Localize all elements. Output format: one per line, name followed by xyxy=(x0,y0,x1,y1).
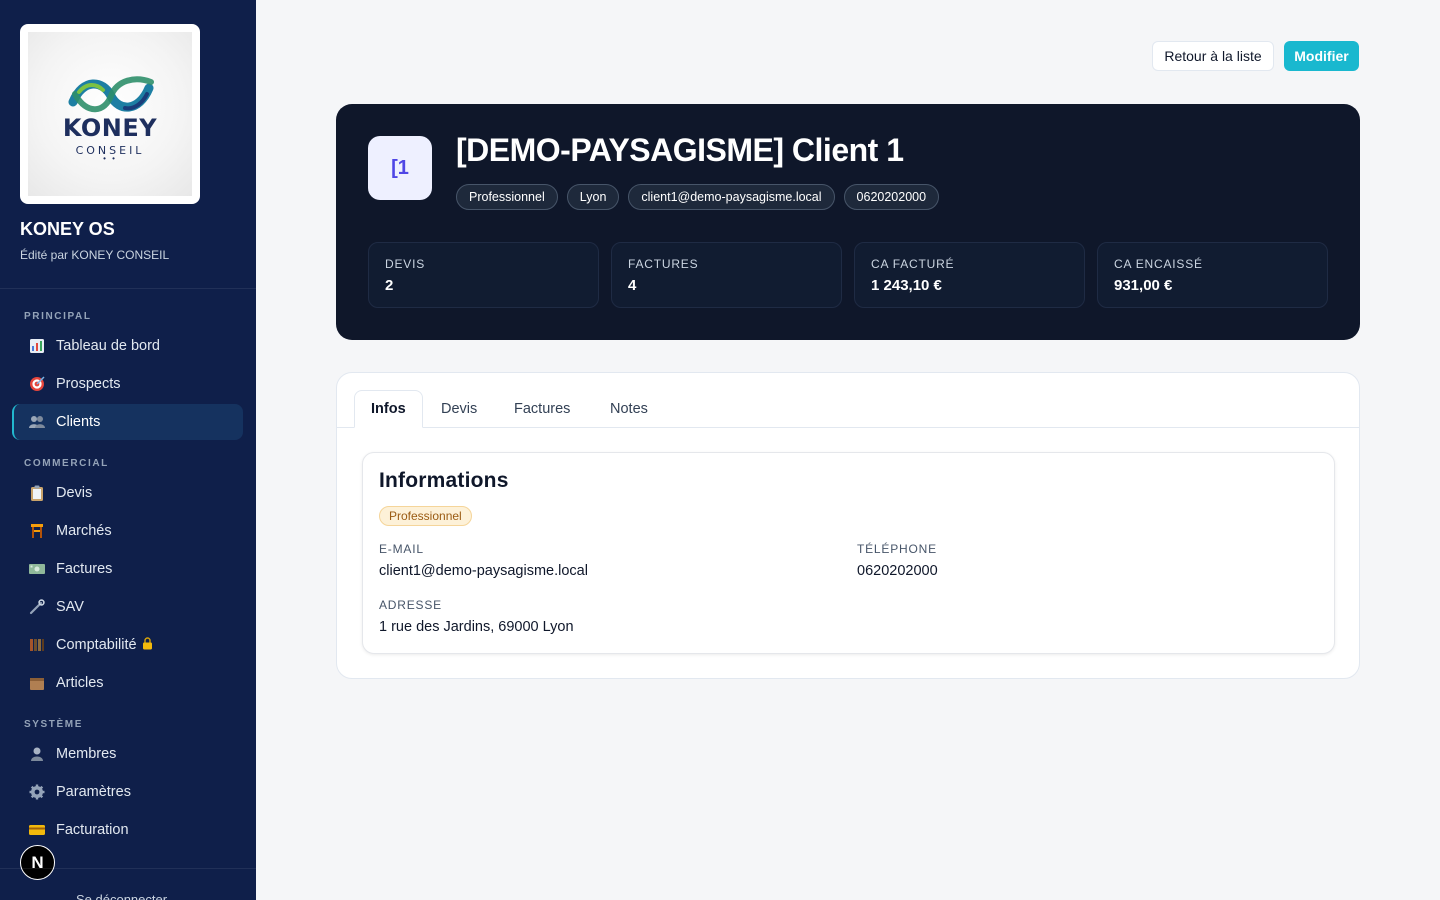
tab-devis[interactable]: Devis xyxy=(425,390,493,428)
n-avatar-badge[interactable]: N xyxy=(20,845,55,880)
section-label-commercial: COMMERCIAL xyxy=(24,458,109,469)
tabs-divider xyxy=(337,427,1359,428)
sidebar-item-label: Factures xyxy=(56,561,113,577)
user-icon xyxy=(28,745,46,763)
sidebar-item-label: Membres xyxy=(56,746,117,762)
logo-wordmark: KONEY xyxy=(62,114,158,142)
clipboard-icon xyxy=(28,484,46,502)
sidebar-item-label: Marchés xyxy=(56,523,112,539)
sidebar-divider-bottom xyxy=(0,868,256,869)
sidebar-item-parametres[interactable]: Paramètres xyxy=(12,774,243,810)
section-label-systeme: SYSTÈME xyxy=(24,719,83,730)
client-detail-panel: Infos Devis Factures Notes Informations … xyxy=(336,372,1360,679)
sidebar-item-label: Clients xyxy=(56,414,101,430)
stat-value: 2 xyxy=(385,277,394,294)
sidebar-item-membres[interactable]: Membres xyxy=(12,736,243,772)
stat-value: 1 243,10 € xyxy=(871,277,942,294)
sidebar: KONEY CONSEIL • • KONEY OS Édité par KON… xyxy=(0,0,256,900)
edit-button[interactable]: Modifier xyxy=(1284,41,1359,71)
sidebar-item-label: Comptabilité xyxy=(56,637,137,653)
logo-background: KONEY CONSEIL • • xyxy=(28,32,192,196)
sidebar-item-label: Facturation xyxy=(56,822,129,838)
stat-label: CA ENCAISSÉ xyxy=(1114,257,1203,271)
infinity-logo-icon xyxy=(68,76,154,113)
stat-value: 931,00 € xyxy=(1114,277,1173,294)
chip-city: Lyon xyxy=(566,184,620,210)
address-value: 1 rue des Jardins, 69000 Lyon xyxy=(379,619,574,635)
users-icon xyxy=(28,413,46,431)
phone-label: TÉLÉPHONE xyxy=(857,542,937,556)
stat-label: CA FACTURÉ xyxy=(871,257,955,271)
section-label-principal: PRINCIPAL xyxy=(24,311,92,322)
books-icon xyxy=(28,636,46,654)
chip-client-type: Professionnel xyxy=(456,184,558,210)
sidebar-item-sav[interactable]: SAV xyxy=(12,589,243,625)
sidebar-item-prospects[interactable]: Prospects xyxy=(12,366,243,402)
bar-chart-icon xyxy=(28,337,46,355)
address-label: ADRESSE xyxy=(379,598,442,612)
sidebar-item-label: SAV xyxy=(56,599,84,615)
brand-subtitle: Édité par KONEY CONSEIL xyxy=(20,248,170,262)
client-title: [DEMO-PAYSAGISME] Client 1 xyxy=(456,132,904,168)
sidebar-item-factures[interactable]: Factures xyxy=(12,551,243,587)
stat-ca-encaisse: CA ENCAISSÉ 931,00 € xyxy=(1097,242,1328,308)
chip-phone: 0620202000 xyxy=(843,184,940,210)
brand-title: KONEY OS xyxy=(20,219,115,239)
sidebar-item-facturation[interactable]: Facturation xyxy=(12,812,243,848)
stat-label: DEVIS xyxy=(385,257,426,271)
client-header-card: [1 [DEMO-PAYSAGISME] Client 1 Profession… xyxy=(336,104,1360,340)
sidebar-divider xyxy=(0,288,256,289)
client-avatar: [1 xyxy=(368,136,432,200)
sidebar-item-label: Articles xyxy=(56,675,104,691)
credit-card-icon xyxy=(28,821,46,839)
tab-infos[interactable]: Infos xyxy=(354,390,423,428)
informations-card: Informations Professionnel E-MAIL client… xyxy=(362,452,1335,654)
sidebar-item-tableau-de-bord[interactable]: Tableau de bord xyxy=(12,328,243,364)
lock-icon xyxy=(142,637,153,653)
sidebar-item-devis[interactable]: Devis xyxy=(12,475,243,511)
target-icon xyxy=(28,375,46,393)
tab-factures[interactable]: Factures xyxy=(498,390,586,428)
client-type-badge: Professionnel xyxy=(379,506,472,526)
stat-ca-facture: CA FACTURÉ 1 243,10 € xyxy=(854,242,1085,308)
email-value: client1@demo-paysagisme.local xyxy=(379,563,588,579)
informations-title: Informations xyxy=(379,469,509,492)
chip-email: client1@demo-paysagisme.local xyxy=(628,184,835,210)
back-to-list-button[interactable]: Retour à la liste xyxy=(1152,41,1274,71)
logo-dots: • • xyxy=(103,154,117,163)
sidebar-item-label: Devis xyxy=(56,485,93,501)
stat-label: FACTURES xyxy=(628,257,699,271)
logout-button[interactable]: Se déconnecter xyxy=(76,892,167,900)
stat-value: 4 xyxy=(628,277,637,294)
phone-value: 0620202000 xyxy=(857,563,938,579)
stat-factures: FACTURES 4 xyxy=(611,242,842,308)
box-icon xyxy=(28,674,46,692)
sidebar-item-label: Paramètres xyxy=(56,784,131,800)
sidebar-item-marches[interactable]: Marchés xyxy=(12,513,243,549)
sidebar-item-label: Prospects xyxy=(56,376,121,392)
sidebar-item-clients[interactable]: Clients xyxy=(12,404,243,440)
sidebar-item-comptabilite[interactable]: Comptabilité xyxy=(12,627,243,663)
client-chips: Professionnel Lyon client1@demo-paysagis… xyxy=(456,184,940,210)
money-icon xyxy=(28,560,46,578)
sidebar-item-label: Tableau de bord xyxy=(56,338,160,354)
gear-icon xyxy=(28,783,46,801)
construction-icon xyxy=(28,522,46,540)
email-label: E-MAIL xyxy=(379,542,424,556)
stat-devis: DEVIS 2 xyxy=(368,242,599,308)
sidebar-item-articles[interactable]: Articles xyxy=(12,665,243,701)
tab-notes[interactable]: Notes xyxy=(594,390,664,428)
wrench-icon xyxy=(28,598,46,616)
brand-logo[interactable]: KONEY CONSEIL • • xyxy=(20,24,200,204)
